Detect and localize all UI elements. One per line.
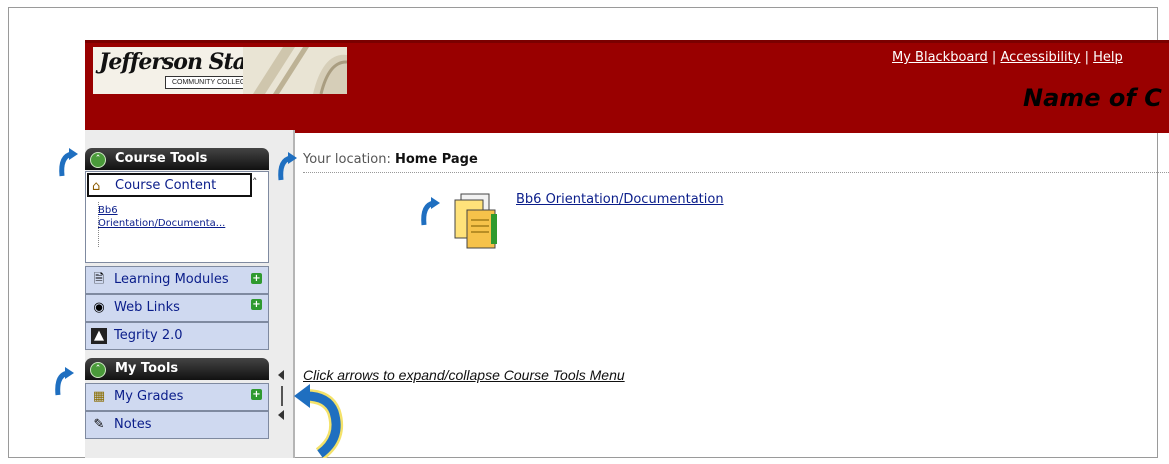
breadcrumb: Your location: Home Page (303, 152, 478, 167)
course-content-selected[interactable]: ⌂ Course Content (87, 173, 252, 197)
menu-item-label: Web Links (114, 300, 180, 315)
top-links: My Blackboard | Accessibility | Help (892, 50, 1123, 65)
course-tools-header[interactable]: ˆ Course Tools (85, 148, 269, 170)
course-name-text: Name of C (1023, 84, 1162, 112)
menu-item-web-links[interactable]: ◉ Web Links + (85, 294, 269, 322)
menu-item-label: Notes (114, 417, 152, 432)
breadcrumb-divider (303, 172, 1169, 173)
menu-item-notes[interactable]: ✎ Notes (85, 411, 269, 439)
menu-item-tegrity[interactable]: ▲ Tegrity 2.0 (85, 322, 269, 350)
course-content-label: Course Content (115, 178, 217, 193)
annotation-arrow-icon (278, 152, 297, 181)
location-label: Your location: (303, 152, 391, 167)
home-icon: ⌂ (92, 179, 101, 194)
annotation-arrow-icon (55, 367, 74, 396)
menu-collapse-handle[interactable] (275, 370, 289, 430)
help-link[interactable]: Help (1093, 50, 1123, 65)
bb6-orientation-link[interactable]: Bb6 Orientation/Documentation (516, 192, 724, 207)
course-content-panel: ⌂ Course Content ˄ Bb6 Orientation/Docum… (85, 171, 269, 263)
collapse-chevron-icon[interactable]: ˆ (90, 152, 106, 168)
menu-item-learning-modules[interactable]: 🗎 Learning Modules + (85, 266, 269, 294)
my-blackboard-link[interactable]: My Blackboard (892, 50, 988, 65)
link-separator: | (991, 50, 997, 65)
my-tools-header[interactable]: ˆ My Tools (85, 358, 269, 380)
add-plus-icon[interactable]: + (251, 273, 262, 284)
grades-icon: ▦ (92, 389, 106, 404)
notes-icon: ✎ (93, 417, 105, 432)
menu-item-label: Tegrity 2.0 (114, 328, 183, 343)
documents-icon[interactable] (443, 190, 503, 250)
menu-item-label: Learning Modules (114, 272, 229, 287)
learning-modules-icon: 🗎 (93, 272, 105, 287)
tree-link-bb6[interactable]: Bb6 Orientation/Documenta... (98, 204, 248, 230)
large-annotation-arrow-icon (294, 384, 344, 458)
accessibility-link[interactable]: Accessibility (1000, 50, 1080, 65)
link-separator: | (1084, 50, 1089, 65)
course-name-title: Name of C (1023, 84, 1169, 112)
add-plus-icon[interactable]: + (251, 299, 262, 310)
college-logo[interactable]: Jefferson State COMMUNITY COLLEGE (93, 47, 347, 94)
location-value: Home Page (395, 152, 478, 167)
web-links-icon: ◉ (93, 300, 105, 315)
annotation-arrow-icon (59, 148, 78, 177)
annotation-text: Click arrows to expand/collapse Course T… (303, 367, 625, 383)
course-tools-title: Course Tools (115, 151, 208, 166)
add-plus-icon[interactable]: + (251, 389, 262, 400)
annotation-arrow-icon (421, 197, 440, 226)
menu-item-label: My Grades (114, 389, 184, 404)
collapse-up-icon[interactable]: ˄ (252, 176, 258, 189)
collapse-chevron-icon[interactable]: ˆ (90, 362, 106, 378)
logo-decoration (243, 47, 347, 94)
my-tools-title: My Tools (115, 361, 179, 376)
menu-item-my-grades[interactable]: ▦ My Grades + (85, 383, 269, 411)
tegrity-icon: ▲ (91, 328, 107, 344)
